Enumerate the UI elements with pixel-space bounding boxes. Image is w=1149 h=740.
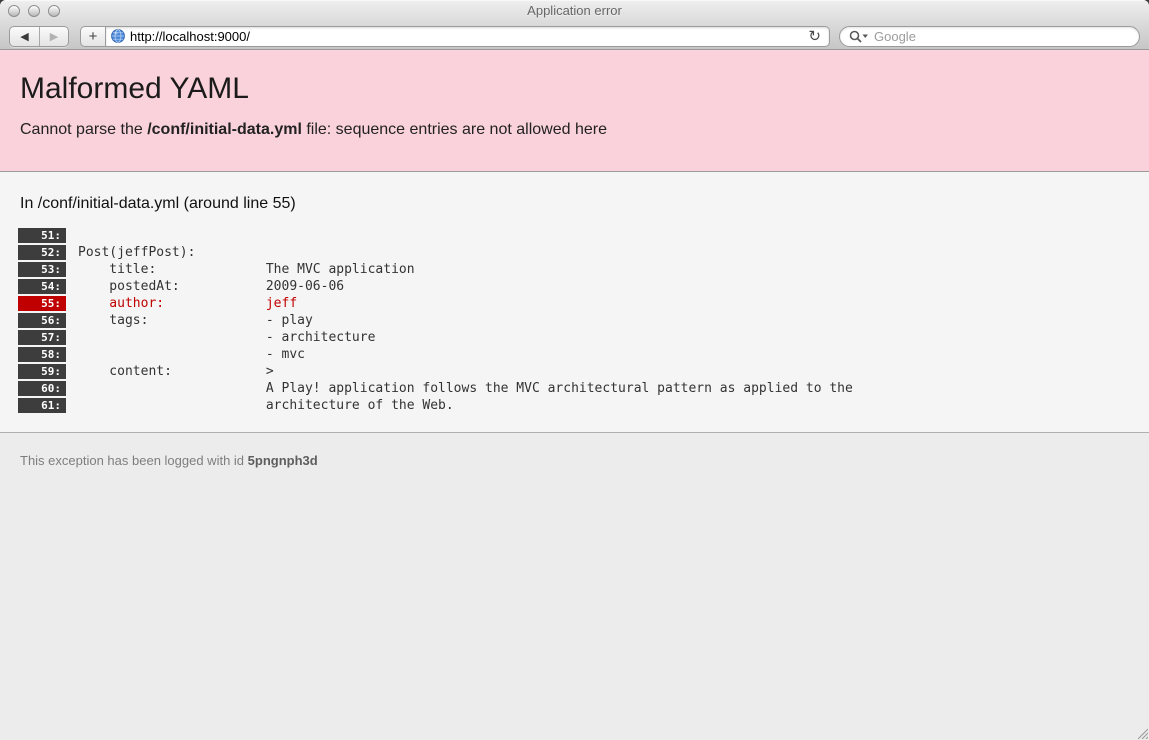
line-number: 61: <box>18 398 66 413</box>
code-text: tags: - play <box>78 313 313 328</box>
line-number: 59: <box>18 364 66 379</box>
search-input[interactable] <box>874 28 1129 45</box>
code-line: 60: A Play! application follows the MVC … <box>18 380 1129 397</box>
forward-icon: ▶ <box>50 30 58 43</box>
browser-window: Application error ◀ ▶ + <box>0 0 1149 740</box>
browser-chrome: Application error ◀ ▶ + <box>0 0 1149 50</box>
search-magnifier-icon <box>849 30 869 43</box>
error-page: Malformed YAML Cannot parse the /conf/in… <box>0 50 1149 740</box>
code-line: 56: tags: - play <box>18 312 1129 329</box>
code-block: 51: 52: Post(jeffPost): 53: title: The M… <box>18 227 1129 414</box>
error-title: Malformed YAML <box>20 72 1129 106</box>
line-number: 53: <box>18 262 66 277</box>
code-text: architecture of the Web. <box>78 398 454 413</box>
window-title: Application error <box>0 0 1149 22</box>
line-number: 52: <box>18 245 66 260</box>
back-button[interactable]: ◀ <box>10 27 39 46</box>
titlebar[interactable]: Application error <box>0 0 1149 22</box>
code-text: - architecture <box>78 330 375 345</box>
code-line: 55: author: jeff <box>18 295 1129 312</box>
log-note: This exception has been logged with id <box>20 453 248 468</box>
plus-icon: + <box>89 28 98 45</box>
line-number: 57: <box>18 330 66 345</box>
back-icon: ◀ <box>20 30 28 43</box>
code-text: content: > <box>78 364 274 379</box>
code-line: 58: - mvc <box>18 346 1129 363</box>
reload-icon: ↻ <box>808 28 821 45</box>
error-message: Cannot parse the /conf/initial-data.yml … <box>20 121 1129 139</box>
code-line: 53: title: The MVC application <box>18 261 1129 278</box>
toolbar: ◀ ▶ + <box>0 22 1149 50</box>
nav-buttons: ◀ ▶ <box>9 26 69 47</box>
code-line: 52: Post(jeffPost): <box>18 244 1129 261</box>
source-heading: In /conf/initial-data.yml (around line 5… <box>18 195 1129 213</box>
add-bookmark-button[interactable]: + <box>80 26 106 47</box>
line-number: 60: <box>18 381 66 396</box>
code-text: postedAt: 2009-06-06 <box>78 279 344 294</box>
log-footer: This exception has been logged with id 5… <box>0 433 1149 740</box>
resize-grip-icon[interactable] <box>1134 725 1148 739</box>
reload-button[interactable]: ↻ <box>806 29 823 44</box>
address-field[interactable]: ↻ <box>106 26 830 47</box>
address-group: + ↻ <box>80 26 830 47</box>
code-text: author: jeff <box>78 296 297 311</box>
error-message-suffix: file: sequence entries are not allowed h… <box>302 121 607 138</box>
code-text: A Play! application follows the MVC arch… <box>78 381 853 396</box>
search-field[interactable] <box>839 26 1140 47</box>
code-text: title: The MVC application <box>78 262 415 277</box>
error-banner: Malformed YAML Cannot parse the /conf/in… <box>0 50 1149 172</box>
line-number: 55: <box>18 296 66 311</box>
code-text: - mvc <box>78 347 305 362</box>
error-file-path: /conf/initial-data.yml <box>147 121 302 138</box>
error-message-prefix: Cannot parse the <box>20 121 147 138</box>
code-line: 59: content: > <box>18 363 1129 380</box>
forward-button[interactable]: ▶ <box>39 27 68 46</box>
code-line: 51: <box>18 227 1129 244</box>
code-line: 57: - architecture <box>18 329 1129 346</box>
line-number: 56: <box>18 313 66 328</box>
line-number: 58: <box>18 347 66 362</box>
code-text: Post(jeffPost): <box>78 245 195 260</box>
globe-favicon-icon <box>111 29 125 43</box>
line-number: 51: <box>18 228 66 243</box>
source-section: In /conf/initial-data.yml (around line 5… <box>0 172 1149 433</box>
code-line: 54: postedAt: 2009-06-06 <box>18 278 1129 295</box>
code-line: 61: architecture of the Web. <box>18 397 1129 414</box>
line-number: 54: <box>18 279 66 294</box>
log-id: 5pngnph3d <box>248 453 318 468</box>
url-input[interactable] <box>130 27 806 45</box>
